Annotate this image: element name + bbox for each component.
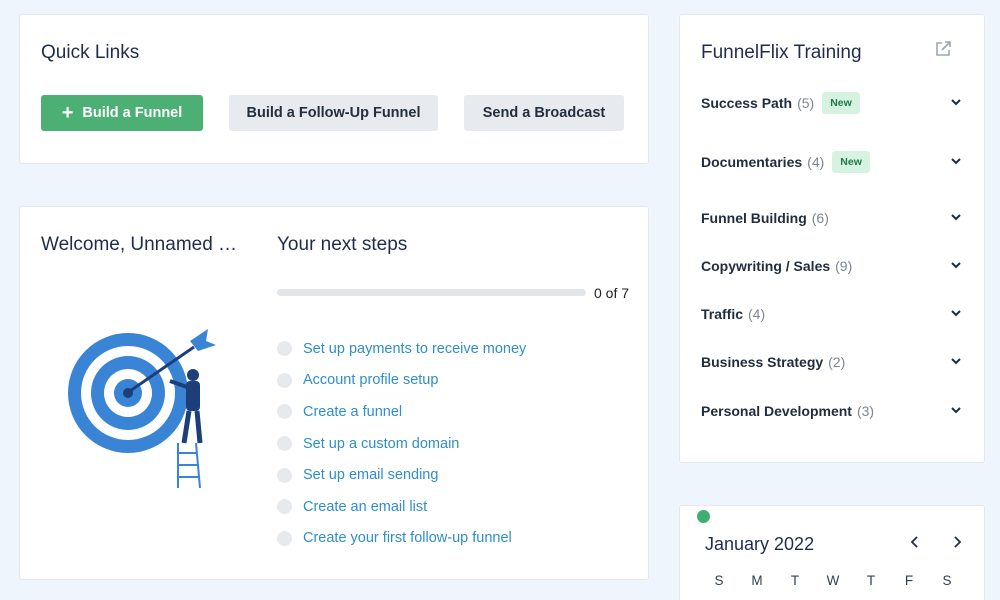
next-step-item[interactable]: Account profile setup <box>277 365 526 397</box>
weekday-label: W <box>826 573 840 588</box>
weekday-label: T <box>866 573 876 588</box>
build-funnel-label: Build a Funnel <box>82 105 183 121</box>
weekday-label: T <box>790 573 800 588</box>
training-item[interactable]: Funnel Building (6) <box>701 205 963 231</box>
weekday-label: F <box>904 573 914 588</box>
steps-progress-text: 0 of 7 <box>594 285 630 301</box>
training-item-count: (4) <box>807 154 825 170</box>
weekday-label: M <box>751 573 763 588</box>
step-checkbox[interactable] <box>277 467 292 483</box>
step-link[interactable]: Account profile setup <box>303 372 438 388</box>
training-item-count: (5) <box>797 95 815 111</box>
steps-progress-bar <box>277 289 586 296</box>
next-step-item[interactable]: Set up email sending <box>277 459 526 491</box>
build-follow-up-label: Build a Follow-Up Funnel <box>246 105 421 121</box>
chevron-down-icon[interactable] <box>949 95 963 109</box>
new-badge: New <box>832 151 870 173</box>
weekday-label: S <box>942 573 952 588</box>
step-checkbox[interactable] <box>277 530 292 546</box>
training-item-count: (4) <box>748 306 766 322</box>
next-steps-list: Set up payments to receive money Account … <box>277 333 526 554</box>
target-illustration <box>68 329 216 489</box>
training-item-count: (9) <box>835 258 853 274</box>
send-broadcast-button[interactable]: Send a Broadcast <box>464 95 624 131</box>
next-steps-title: Your next steps <box>277 234 408 255</box>
training-item[interactable]: Personal Development (3) <box>701 398 963 424</box>
new-badge: New <box>822 92 860 114</box>
status-dot <box>697 510 710 523</box>
training-item[interactable]: Business Strategy (2) <box>701 349 963 375</box>
step-link[interactable]: Create a funnel <box>303 404 402 420</box>
training-item[interactable]: Copywriting / Sales (9) <box>701 253 963 279</box>
plus-icon: + <box>61 102 74 124</box>
step-link[interactable]: Create your first follow-up funnel <box>303 530 512 546</box>
chevron-down-icon[interactable] <box>949 354 963 368</box>
external-link-icon[interactable] <box>934 40 952 58</box>
chevron-down-icon[interactable] <box>949 403 963 417</box>
send-broadcast-label: Send a Broadcast <box>482 105 606 121</box>
chevron-right-icon[interactable] <box>949 534 965 550</box>
quick-links-card: Quick Links + Build a Funnel Build a Fol… <box>19 14 649 164</box>
training-item[interactable]: Documentaries (4) New <box>701 149 963 175</box>
step-checkbox[interactable] <box>277 404 292 420</box>
step-checkbox[interactable] <box>277 436 292 452</box>
chevron-down-icon[interactable] <box>949 210 963 224</box>
chevron-down-icon[interactable] <box>949 306 963 320</box>
training-item-name: Traffic <box>701 306 744 322</box>
training-item-name: Funnel Building <box>701 210 807 226</box>
calendar-card: January 2022 S M T W T F S <box>679 505 985 600</box>
next-step-item[interactable]: Set up a custom domain <box>277 428 526 460</box>
calendar-weekdays: SMTWTFS <box>700 573 966 588</box>
training-item-count: (2) <box>828 354 846 370</box>
training-item-name: Business Strategy <box>701 354 824 370</box>
next-step-item[interactable]: Create your first follow-up funnel <box>277 523 526 555</box>
training-item-name: Copywriting / Sales <box>701 258 831 274</box>
weekday-label: S <box>714 573 724 588</box>
training-item-name: Success Path <box>701 95 793 111</box>
step-checkbox[interactable] <box>277 499 292 515</box>
step-link[interactable]: Set up a custom domain <box>303 436 459 452</box>
quick-links-title: Quick Links <box>41 42 140 63</box>
step-link[interactable]: Create an email list <box>303 499 427 515</box>
training-item-name: Personal Development <box>701 403 852 419</box>
chevron-down-icon[interactable] <box>949 258 963 272</box>
next-step-item[interactable]: Create a funnel <box>277 396 526 428</box>
calendar-month: January 2022 <box>705 534 815 554</box>
next-step-item[interactable]: Set up payments to receive money <box>277 333 526 365</box>
step-link[interactable]: Set up email sending <box>303 467 438 483</box>
training-item-count: (3) <box>856 403 875 419</box>
training-item-name: Documentaries <box>701 154 803 170</box>
welcome-card: Welcome, Unnamed … Your next steps 0 of … <box>19 206 649 580</box>
step-link[interactable]: Set up payments to receive money <box>303 341 526 357</box>
training-title: FunnelFlix Training <box>701 42 862 63</box>
training-card: FunnelFlix Training Success Path (5) New Do… <box>679 14 985 463</box>
step-checkbox[interactable] <box>277 341 292 357</box>
build-follow-up-funnel-button[interactable]: Build a Follow-Up Funnel <box>229 95 438 131</box>
training-item[interactable]: Success Path (5) New <box>701 90 963 116</box>
welcome-title: Welcome, Unnamed … <box>41 234 238 255</box>
chevron-down-icon[interactable] <box>949 154 963 168</box>
next-step-item[interactable]: Create an email list <box>277 491 526 523</box>
step-checkbox[interactable] <box>277 372 292 388</box>
chevron-left-icon[interactable] <box>907 534 923 550</box>
training-item[interactable]: Traffic (4) <box>701 301 963 327</box>
build-funnel-button[interactable]: + Build a Funnel <box>41 95 203 131</box>
training-item-count: (6) <box>811 210 829 226</box>
